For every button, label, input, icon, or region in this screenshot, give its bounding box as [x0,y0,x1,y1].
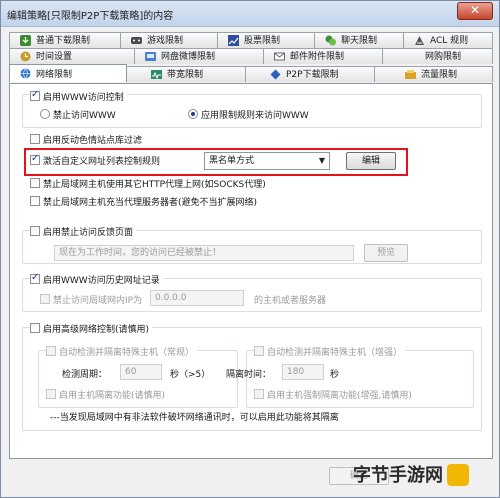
period-label: 检测周期： [62,370,108,380]
watermark: 字节手游网 [353,459,493,493]
advanced-enable-check[interactable] [30,323,40,333]
history-enable-checkbox[interactable]: 启用WWW访问历史网址记录 [30,272,163,286]
isolate-unit: 秒 [330,370,340,380]
block-socks-checkbox[interactable]: 禁止局域网主机使用其它HTTP代理上网(如SOCKS代理) [30,177,266,190]
auto-enhanced-checkbox[interactable]: 自动检测并隔离特殊主机（增强） [254,345,406,358]
www-rules-radio[interactable]: 应用限制规则来访问WWW [188,108,309,121]
chart-icon [228,35,239,46]
www-enable-checkbox[interactable]: 启用WWW访问控制 [30,89,127,103]
auto-normal-check[interactable] [46,346,56,356]
window-title: 编辑策略[只限制P2P下载策略]的内容 [7,11,174,22]
globe-icon [20,68,31,79]
block-proxy-server-checkbox[interactable]: 禁止局域网主机充当代理服务器者(避免不当扩展网络) [30,195,257,208]
tab-normal-download-limit[interactable]: 普通下载限制 [9,32,121,48]
reverse-filter-check[interactable] [30,134,40,144]
forbid-ip-checkbox[interactable]: 禁止访问局域网内IP为 [40,293,142,306]
tab-row-2: 时间设置 网盘微博限制 邮件附件限制 网购限制 [9,48,493,64]
forbid-ip-check[interactable] [40,294,50,304]
chat-icon [325,35,336,46]
p2p-icon [270,69,281,80]
host-isolate-checkbox[interactable]: 启用主机隔离功能(请慎用) [46,388,165,401]
acl-icon [415,36,424,45]
tab-time-settings[interactable]: 时间设置 [9,48,135,64]
watermark-logo-icon [447,464,469,486]
title-bar[interactable]: 编辑策略[只限制P2P下载策略]的内容 ✕ [1,1,499,27]
period-unit: 秒（>5） [170,370,211,380]
gamepad-icon [131,37,142,44]
reverse-filter-checkbox[interactable]: 启用反动色情站点库过滤 [30,133,142,146]
tab-row-3: 网络限制 带宽限制 P2P下载限制 流量限制 [9,64,493,82]
tab-netdisk-weibo-limit[interactable]: 网盘微博限制 [134,48,264,64]
close-button[interactable]: ✕ [457,2,493,20]
mail-icon [274,52,285,61]
advanced-note: ---当发现局域网中有非法软件破坏网络通讯时，可以启用此功能将其隔离 [50,413,339,423]
bandwidth-icon [151,70,162,80]
www-enable-check[interactable] [30,89,40,101]
tab-bandwidth-limit[interactable]: 带宽限制 [126,66,246,82]
preview-button[interactable]: 预览 [364,244,408,262]
tab-stock-limit[interactable]: 股票限制 [217,32,315,48]
tab-game-limit[interactable]: 游戏限制 [120,32,218,48]
ip-suffix-label: 的主机或者服务器 [254,296,327,306]
block-proxy-server-check[interactable] [30,196,40,206]
traffic-icon [405,70,416,79]
tab-row-1: 普通下载限制 游戏限制 股票限制 聊天限制 ACL 规则 [9,32,493,48]
close-icon: ✕ [469,3,481,17]
cloud-icon [145,52,156,61]
host-force-isolate-check[interactable] [254,389,264,399]
policy-editor-window: 编辑策略[只限制P2P下载策略]的内容 ✕ 普通下载限制 游戏限制 股票限制 聊… [0,0,500,498]
highlight-box [24,148,408,176]
host-force-isolate-checkbox[interactable]: 启用主机强制隔离功能(增强,请慎用) [254,388,412,401]
isolate-label: 隔离时间： [226,370,272,380]
tab-acl-rules[interactable]: ACL 规则 [403,32,493,48]
period-input[interactable]: 60 [120,364,162,380]
network-limit-panel: 启用WWW访问控制 禁止访问WWW 应用限制规则来访问WWW 启用反动色情站点库… [9,83,493,459]
www-rules-radio-dot[interactable] [188,109,198,119]
tab-chat-limit[interactable]: 聊天限制 [314,32,404,48]
feedback-enable-check[interactable] [30,226,40,236]
auto-normal-checkbox[interactable]: 自动检测并隔离特殊主机（常规） [46,345,198,358]
block-socks-check[interactable] [30,178,40,188]
feedback-message-input[interactable]: 现在为工作时间，您的访问已经被禁止！ [54,245,354,261]
www-forbid-radio-dot[interactable] [40,109,50,119]
ip-input[interactable]: 0.0.0.0 [150,290,244,306]
tab-network-limit[interactable]: 网络限制 [9,64,127,82]
tab-p2p-download-limit[interactable]: P2P下载限制 [245,66,375,82]
download-icon [20,35,31,46]
auto-enhanced-check[interactable] [254,346,264,356]
history-enable-check[interactable] [30,272,40,284]
host-isolate-check[interactable] [46,389,56,399]
feedback-enable-checkbox[interactable]: 启用禁止访问反馈页面 [30,225,137,238]
advanced-enable-checkbox[interactable]: 启用高级网络控制(请慎用) [30,322,153,335]
clock-icon [20,51,31,62]
isolate-input[interactable]: 180 [282,364,324,380]
tab-traffic-limit[interactable]: 流量限制 [374,66,493,82]
tab-online-shopping-limit[interactable]: 网购限制 [382,48,493,64]
tab-mail-attachment-limit[interactable]: 邮件附件限制 [263,48,383,64]
www-forbid-radio[interactable]: 禁止访问WWW [40,108,116,121]
